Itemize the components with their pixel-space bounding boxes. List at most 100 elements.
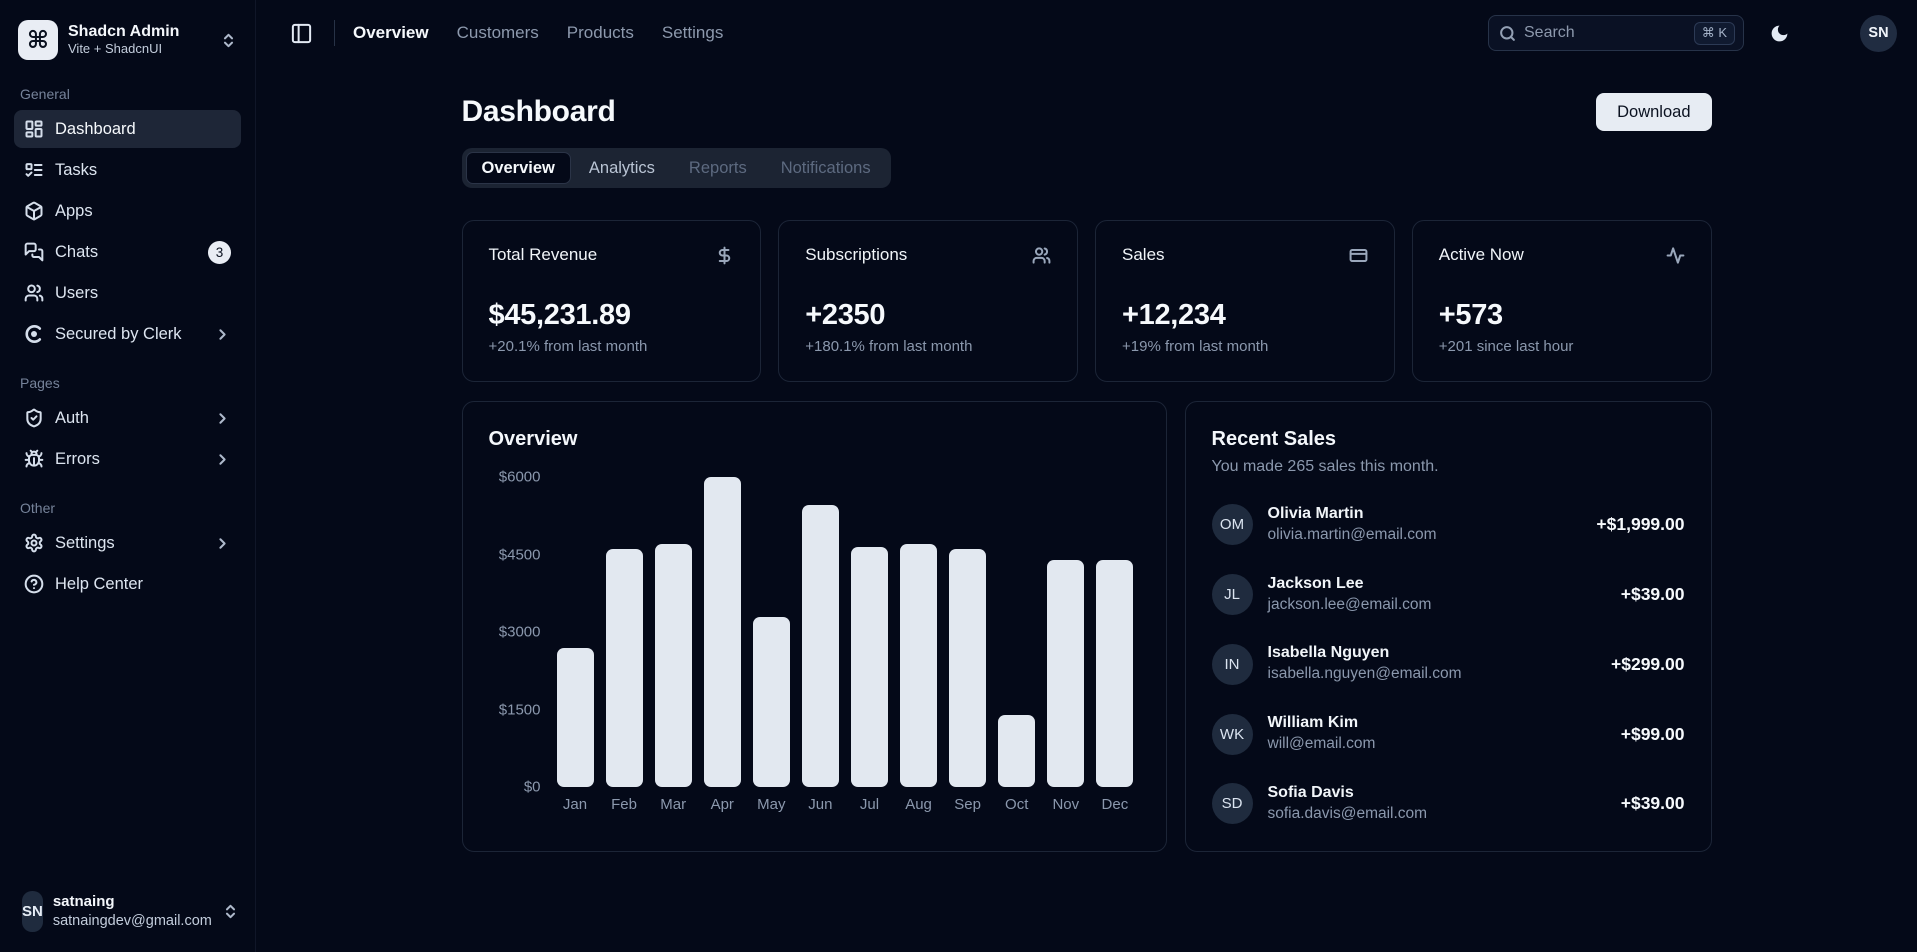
x-axis-tick: Feb	[606, 796, 643, 813]
sidebar-item-apps[interactable]: Apps	[14, 192, 241, 230]
app-name: Shadcn Admin	[68, 22, 210, 41]
bar-chart: $6000$4500$3000$1500$0 JanFebMarAprMayJu…	[489, 477, 1140, 813]
chart-bar-nov	[1047, 560, 1084, 787]
sale-customer-email: jackson.lee@email.com	[1268, 595, 1606, 616]
sidebar-item-tasks[interactable]: Tasks	[14, 151, 241, 189]
dashboard-tabs: OverviewAnalyticsReportsNotifications	[462, 148, 891, 188]
bug-icon	[24, 449, 44, 469]
x-axis-tick: Oct	[998, 796, 1035, 813]
sidebar-item-secured-by-clerk[interactable]: Secured by Clerk	[14, 315, 241, 353]
y-axis-tick: $0	[524, 779, 541, 796]
tab-analytics[interactable]: Analytics	[573, 152, 671, 184]
sidebar-item-settings[interactable]: Settings	[14, 524, 241, 562]
sidebar: ⌘ Shadcn Admin Vite + ShadcnUI GeneralDa…	[0, 0, 256, 952]
sale-customer-name: Olivia Martin	[1268, 504, 1582, 525]
stats-row: Total Revenue $45,231.89 +20.1% from last …	[462, 220, 1712, 382]
user-menu-button[interactable]: SN satnaing satnaingdev@gmail.com	[14, 885, 241, 938]
sidebar-section-label: Pages	[20, 375, 235, 391]
chevrons-up-down-icon	[220, 32, 237, 49]
sidebar-item-dashboard[interactable]: Dashboard	[14, 110, 241, 148]
sale-amount: +$39.00	[1621, 584, 1685, 605]
sidebar-item-label: Apps	[55, 202, 231, 221]
credit-card-icon	[1349, 246, 1368, 265]
avatar: SN	[22, 891, 43, 932]
chevrons-up-down-icon	[222, 903, 239, 920]
tab-notifications: Notifications	[765, 152, 887, 184]
y-axis-tick: $3000	[499, 624, 541, 641]
sidebar-item-label: Help Center	[55, 575, 231, 594]
profile-avatar-button[interactable]: SN	[1860, 15, 1897, 52]
sidebar-item-errors[interactable]: Errors	[14, 440, 241, 478]
header-nav-settings[interactable]: Settings	[662, 23, 723, 43]
sale-amount: +$99.00	[1621, 724, 1685, 745]
search-icon	[1499, 25, 1516, 42]
download-button[interactable]: Download	[1596, 93, 1711, 131]
app-subtitle: Vite + ShadcnUI	[68, 41, 210, 58]
avatar: OM	[1212, 504, 1253, 545]
sale-amount: +$39.00	[1621, 793, 1685, 814]
sidebar-item-label: Tasks	[55, 161, 231, 180]
sale-info: Jackson Leejackson.lee@email.com	[1268, 574, 1606, 616]
stat-card-change: +201 since last hour	[1439, 338, 1685, 355]
x-axis-tick: Apr	[704, 796, 741, 813]
page-title: Dashboard	[462, 95, 616, 129]
theme-toggle-button[interactable]	[1760, 14, 1798, 52]
sidebar-item-label: Users	[55, 284, 231, 303]
avatar: JL	[1212, 574, 1253, 615]
avatar: IN	[1212, 644, 1253, 685]
sale-customer-email: will@email.com	[1268, 734, 1606, 755]
sale-customer-name: William Kim	[1268, 713, 1606, 734]
gear-icon	[24, 533, 44, 553]
search-box[interactable]: ⌘ K	[1488, 15, 1744, 51]
messages-icon	[24, 242, 44, 262]
stat-card-value: +12,234	[1122, 299, 1368, 332]
sale-list-item: WK William Kimwill@email.com +$99.00	[1212, 713, 1685, 755]
avatar: WK	[1212, 714, 1253, 755]
stat-card-total-revenue: Total Revenue $45,231.89 +20.1% from last …	[462, 220, 762, 382]
sidebar-item-chats[interactable]: Chats3	[14, 233, 241, 271]
sale-info: Sofia Davissofia.davis@email.com	[1268, 783, 1606, 825]
settings-button[interactable]	[1806, 14, 1844, 52]
x-axis-tick: Jun	[802, 796, 839, 813]
sidebar-item-auth[interactable]: Auth	[14, 399, 241, 437]
stat-card-header: Subscriptions	[805, 245, 1051, 265]
stat-card-header: Active Now	[1439, 245, 1685, 265]
sidebar-toggle-button[interactable]	[282, 14, 320, 52]
chart-bars	[551, 477, 1140, 787]
sidebar-item-help-center[interactable]: Help Center	[14, 565, 241, 603]
stat-card-subscriptions: Subscriptions+2350+180.1% from last mont…	[778, 220, 1078, 382]
chevron-right-icon	[214, 451, 231, 468]
sale-customer-email: sofia.davis@email.com	[1268, 804, 1606, 825]
avatar: SD	[1212, 783, 1253, 824]
header-nav: Overview Customers Products Settings	[353, 23, 723, 43]
sidebar-item-label: Chats	[55, 243, 197, 262]
x-axis-tick: Nov	[1047, 796, 1084, 813]
command-icon: ⌘	[27, 26, 49, 55]
stat-card-title: Total Revenue	[489, 245, 598, 265]
header-nav-customers[interactable]: Customers	[457, 23, 539, 43]
stat-card-value: $45,231.89	[489, 299, 735, 332]
chevron-right-icon	[214, 535, 231, 552]
users-icon	[1032, 246, 1051, 265]
header-nav-overview[interactable]: Overview	[353, 23, 429, 43]
y-axis-tick: $1500	[499, 701, 541, 718]
gear-icon	[1815, 23, 1836, 44]
activity-icon	[1666, 246, 1685, 265]
sale-info: Olivia Martinolivia.martin@email.com	[1268, 504, 1582, 546]
stat-card-title: Active Now	[1439, 245, 1524, 265]
sidebar-nav: GeneralDashboardTasksAppsChats3UsersSecu…	[14, 86, 241, 603]
y-axis-tick: $6000	[499, 469, 541, 486]
workspace-switcher[interactable]: ⌘ Shadcn Admin Vite + ShadcnUI	[14, 16, 241, 64]
overview-chart-card: Overview $6000$4500$3000$1500$0 JanFebMa…	[462, 401, 1167, 852]
stat-card-header: Sales	[1122, 245, 1368, 265]
search-input[interactable]	[1524, 24, 1686, 42]
chart-x-axis: JanFebMarAprMayJunJulAugSepOctNovDec	[551, 796, 1140, 813]
package-icon	[24, 201, 44, 221]
recent-sales-title: Recent Sales	[1212, 428, 1685, 451]
sidebar-item-label: Auth	[55, 409, 203, 428]
sidebar-item-users[interactable]: Users	[14, 274, 241, 312]
header-nav-products[interactable]: Products	[567, 23, 634, 43]
chevron-right-icon	[214, 410, 231, 427]
stat-card-change: +20.1% from last month	[489, 338, 735, 355]
tab-overview[interactable]: Overview	[466, 152, 571, 184]
